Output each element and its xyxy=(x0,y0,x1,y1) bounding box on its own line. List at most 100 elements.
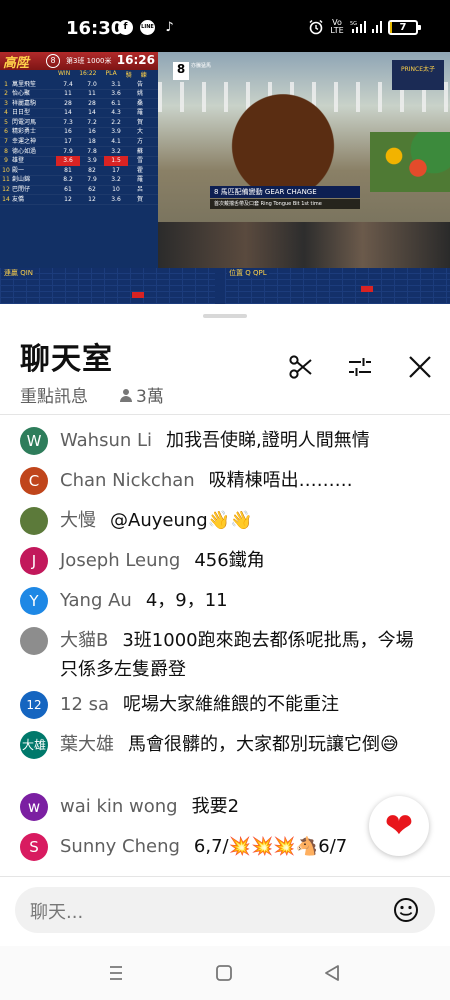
divider xyxy=(0,876,450,877)
chat-message[interactable]: J Joseph Leung 456鐵角 xyxy=(20,546,426,575)
chat-message[interactable]: 大慢 @Auyeung👋👋 xyxy=(20,506,426,535)
system-nav-bar xyxy=(0,946,450,1000)
flowers xyxy=(370,132,450,192)
avatar[interactable]: C xyxy=(20,467,48,495)
runner-name: 創山錦 xyxy=(12,176,31,184)
runner-name: 怡心聚 xyxy=(12,90,31,98)
message-body: Yang Au 4，9，11 xyxy=(60,586,228,615)
divider xyxy=(0,414,450,415)
gear-change-banner: 8 馬匹配備變動 GEAR CHANGE xyxy=(210,186,360,198)
runner-name: 友僑 xyxy=(12,195,25,203)
live-video-player[interactable]: 高陞 8 第3班 1000米 16:26 WIN 16:22 PLA 騎 練 1… xyxy=(0,52,450,304)
author-name[interactable]: 葉大雄 xyxy=(60,734,114,755)
avatar[interactable]: 12 xyxy=(20,691,48,719)
chat-input-placeholder: 聊天... xyxy=(30,902,84,923)
avatar[interactable]: w xyxy=(20,793,48,821)
author-name[interactable]: 大貓B xyxy=(60,630,108,651)
status-indicators: Vo LTE 5G 7 xyxy=(308,17,421,37)
viewer-count: 3萬 xyxy=(120,382,164,407)
runner-v1: 3.6 xyxy=(111,90,121,98)
chat-message[interactable]: 12 12 sa 呢場大家維維餵的不能重注 xyxy=(20,690,426,719)
chat-input[interactable]: 聊天... xyxy=(15,887,435,933)
message-text: 吸精棟唔出……… xyxy=(208,470,353,491)
runner-v2: 告 xyxy=(136,80,143,88)
message-text: 4，9，11 xyxy=(145,590,228,611)
close-button[interactable] xyxy=(405,352,435,382)
runner-name: 雄登 xyxy=(12,157,25,165)
race-info: 第3班 1000米 xyxy=(66,57,112,65)
avatar[interactable] xyxy=(20,507,48,535)
battery-icon: 7 xyxy=(388,19,421,35)
runner-v2: 霍 xyxy=(136,166,143,174)
qin-table: 連贏 QIN xyxy=(0,268,215,304)
runner-no: 3 xyxy=(4,99,8,107)
chat-message[interactable]: 大雄 葉大雄 馬會很髒的，大家都別玩讓它倒😅 xyxy=(20,730,426,759)
odds-tables: 連贏 QIN 位置 Q QPL xyxy=(0,268,450,304)
runner-pla: 3.9 xyxy=(87,157,97,165)
runner-win: 16 xyxy=(64,128,72,136)
message-body: 大慢 @Auyeung👋👋 xyxy=(60,506,253,535)
avatar[interactable]: W xyxy=(20,427,48,455)
avatar[interactable]: 大雄 xyxy=(20,731,48,759)
home-icon[interactable] xyxy=(213,962,235,984)
chat-message[interactable]: W Wahsun Li 加我吾使睇,證明人間無情 xyxy=(20,426,426,455)
runner-no: 5 xyxy=(4,118,8,126)
runner-name: 幸運之神 xyxy=(12,138,37,146)
broadcast-logo: 高陞 xyxy=(3,56,30,71)
race-number: 8 xyxy=(46,54,60,68)
author-name[interactable]: Sunny Cheng xyxy=(60,836,180,857)
author-name[interactable]: Joseph Leung xyxy=(60,550,180,571)
author-name[interactable]: wai kin wong xyxy=(60,796,178,817)
author-name[interactable]: Chan Nickchan xyxy=(60,470,195,491)
runner-pla: 82 xyxy=(88,166,96,174)
horse-image xyxy=(218,80,348,200)
runner-v1: 10 xyxy=(112,186,120,194)
runner-list: 1 萬里飛笙 7.4 7.0 3.1 告 2 怡心聚 11 11 3.6 姚 3 祥麗嘉駒 28 28 6.1 桑… xyxy=(0,80,158,205)
settings-button[interactable] xyxy=(345,352,375,382)
runner-v1: 3.9 xyxy=(111,128,121,136)
runner-v1: 4.3 xyxy=(111,109,121,117)
runner-name: 閃電河馬 xyxy=(12,118,37,126)
column-header: PLA xyxy=(105,70,117,77)
chat-message[interactable]: 大貓B 3班1000跑來跑去都係呢批馬，今場只係多左隻爵登 xyxy=(20,626,426,684)
avatar[interactable] xyxy=(20,627,48,655)
clip-button[interactable] xyxy=(286,352,316,382)
avatar[interactable]: J xyxy=(20,547,48,575)
message-body: wai kin wong 我要2 xyxy=(60,792,239,821)
sponsor-text: PRINCE太子 xyxy=(400,66,436,73)
runner-win: 8.2 xyxy=(63,176,73,184)
author-name[interactable]: 大慢 xyxy=(60,510,96,531)
gear-change-detail: 首次戴擋舌帶及口套 Ring Tongue Bit 1st time xyxy=(210,199,360,209)
chat-message[interactable]: Y Yang Au 4，9，11 xyxy=(20,586,426,615)
odds-highlight xyxy=(361,286,373,292)
chat-message[interactable]: S Sunny Cheng 6,7/💥💥💥🐴6/7 xyxy=(20,832,426,861)
race-column-headers: WIN 16:22 PLA 騎 練 xyxy=(0,70,158,80)
chat-message[interactable]: w wai kin wong 我要2 xyxy=(20,792,426,821)
runner-v1: 3.6 xyxy=(111,195,121,203)
runner-no: 14 xyxy=(2,195,10,203)
runner-no: 8 xyxy=(4,147,8,155)
author-name[interactable]: Yang Au xyxy=(60,590,132,611)
chat-filter-dropdown[interactable]: 重點訊息 xyxy=(20,382,88,407)
runner-v2: 雪 xyxy=(136,157,143,165)
chat-message[interactable]: C Chan Nickchan 吸精棟唔出……… xyxy=(20,466,426,495)
author-name[interactable]: 12 sa xyxy=(60,694,109,715)
emoji-icon[interactable] xyxy=(393,897,419,923)
message-text: 456鐵角 xyxy=(194,550,265,571)
author-name[interactable]: Wahsun Li xyxy=(60,430,152,451)
avatar[interactable]: Y xyxy=(20,587,48,615)
runner-v2: 方 xyxy=(136,138,143,146)
recent-apps-icon[interactable] xyxy=(105,962,127,984)
runner-v2: 賀 xyxy=(136,195,143,203)
scissors-icon xyxy=(289,355,312,379)
message-body: Chan Nickchan 吸精棟唔出……… xyxy=(60,466,353,495)
drag-handle[interactable] xyxy=(203,314,247,318)
runner-win: 28 xyxy=(64,99,72,107)
heart-reaction-button[interactable]: ❤ xyxy=(369,796,429,856)
back-icon[interactable] xyxy=(321,962,343,984)
avatar[interactable]: S xyxy=(20,833,48,861)
sponsor-logo: PRINCE太子 xyxy=(392,60,444,90)
runner-no: 4 xyxy=(4,109,8,117)
runner-row: 14 友僑 12 12 3.6 賀 xyxy=(0,195,158,205)
runner-no: 1 xyxy=(4,80,8,88)
